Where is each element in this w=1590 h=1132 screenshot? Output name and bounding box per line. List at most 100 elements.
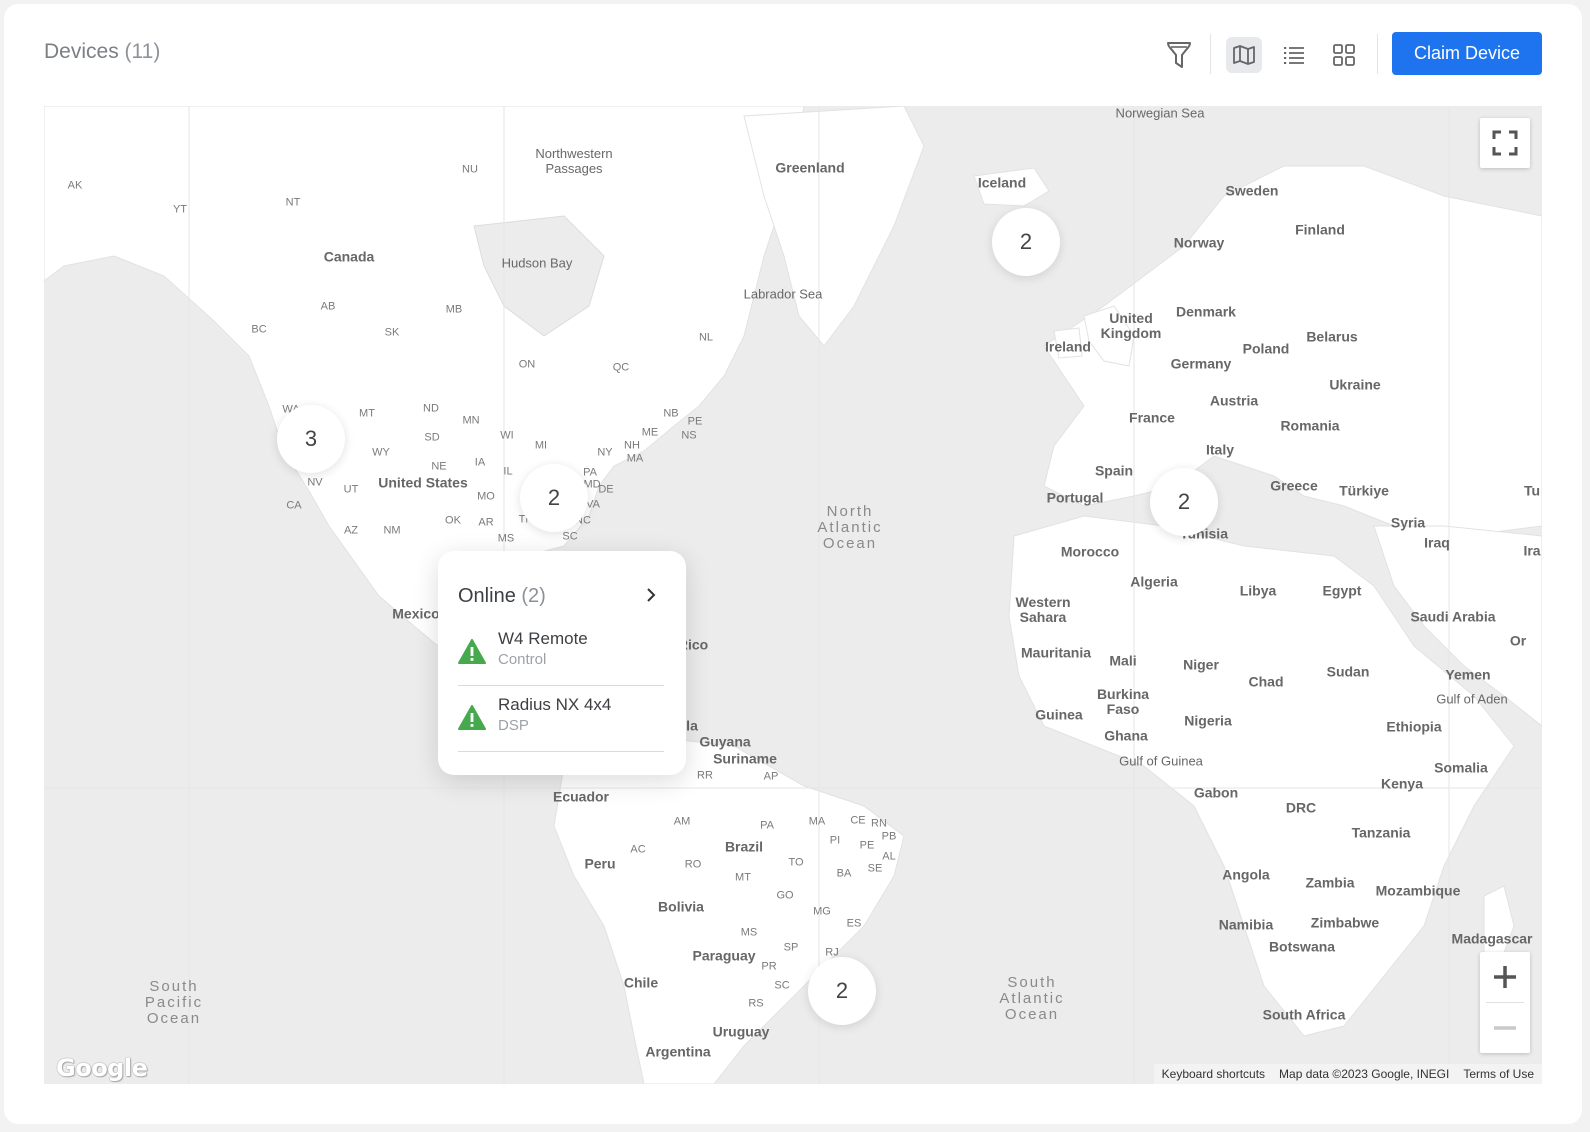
device-map[interactable]: Norwegian Sea Greenland Iceland Sweden Finla…: [44, 106, 1542, 1084]
map-place-label: Mauritania: [1020, 644, 1092, 661]
map-place-label: Finland: [1295, 221, 1345, 238]
map-place-label: Greenland: [775, 159, 845, 176]
map-place-label: Angola: [1222, 866, 1270, 883]
fullscreen-icon: [1492, 130, 1518, 156]
map-place-label: Ghana: [1104, 727, 1148, 744]
map-attribution: Keyboard shortcuts Map data ©2023 Google…: [1153, 1064, 1542, 1084]
map-place-label: Norway: [1173, 234, 1225, 251]
map-place-label: MS: [740, 926, 758, 939]
grid-view-button[interactable]: [1326, 37, 1362, 73]
map-place-label: MS: [497, 532, 515, 545]
map-place-label: Germany: [1170, 355, 1232, 372]
map-place-label: Libya: [1239, 582, 1277, 599]
map-place-label: Tanzania: [1351, 824, 1411, 841]
map-place-label: Morocco: [1060, 543, 1120, 560]
map-place-label: Iraq: [1424, 534, 1450, 551]
list-icon: [1284, 47, 1304, 64]
map-place-label: BC: [251, 323, 267, 336]
map-place-label: MG: [813, 905, 831, 918]
filter-icon: [1167, 42, 1191, 68]
map-place-label: Guyana: [699, 733, 751, 750]
list-view-button[interactable]: [1276, 37, 1312, 73]
map-place-label: GO: [776, 889, 794, 902]
map-place-label: MT: [735, 871, 751, 884]
map-icon: [1233, 45, 1255, 65]
zoom-in-button[interactable]: [1480, 952, 1530, 1002]
map-place-label: MA: [626, 452, 644, 465]
map-ocean-label: South Atlantic Ocean: [999, 974, 1065, 1023]
device-cluster-marker[interactable]: 2: [1150, 468, 1218, 536]
map-place-label: Zimbabwe: [1310, 914, 1380, 931]
map-place-label: Yemen: [1445, 666, 1491, 683]
map-place-label: Mexico: [392, 605, 440, 622]
map-place-label: PB: [881, 830, 897, 843]
map-place-label: AK: [67, 179, 83, 192]
map-place-label: MO: [477, 490, 495, 503]
device-row[interactable]: W4 Remote Control: [458, 621, 664, 686]
map-place-label: SE: [867, 862, 883, 875]
map-place-label: ND: [423, 402, 439, 415]
filter-button[interactable]: [1161, 37, 1197, 73]
map-place-label: France: [1129, 409, 1175, 426]
map-place-label: AC: [630, 843, 646, 856]
map-place-label: Chad: [1248, 673, 1284, 690]
cluster-popup: Online (2) W4 Remote Control Radius NX 4…: [438, 551, 686, 775]
toolbar-separator: [1377, 34, 1378, 74]
fullscreen-button[interactable]: [1480, 118, 1530, 168]
map-place-label: PE: [859, 839, 875, 852]
warning-icon: [458, 705, 486, 730]
device-row[interactable]: Radius NX 4x4 DSP: [458, 687, 664, 752]
map-place-label: AM: [673, 815, 691, 828]
map-place-label: Namibia: [1218, 916, 1274, 933]
map-place-label: NY: [597, 446, 613, 459]
device-cluster-marker[interactable]: 2: [520, 464, 588, 532]
map-place-label: Ethiopia: [1386, 718, 1442, 735]
claim-device-button[interactable]: Claim Device: [1392, 32, 1542, 75]
map-place-label: PR: [761, 960, 777, 973]
keyboard-shortcuts-link[interactable]: Keyboard shortcuts: [1162, 1067, 1265, 1081]
map-place-label: Italy: [1205, 441, 1235, 458]
map-place-label: MN: [462, 414, 480, 427]
map-place-label: Mali: [1109, 652, 1137, 669]
map-place-label: RS: [748, 997, 764, 1010]
map-place-label: Zambia: [1305, 874, 1355, 891]
map-place-label: RR: [697, 769, 713, 782]
map-place-label: Denmark: [1176, 303, 1236, 320]
map-place-label: DE: [598, 483, 614, 496]
map-place-label: ON: [518, 358, 536, 371]
map-place-label: AZ: [343, 524, 359, 537]
map-place-label: Labrador Sea: [743, 286, 823, 302]
map-place-label: Bolivia: [658, 898, 704, 915]
terms-of-use-link[interactable]: Terms of Use: [1463, 1067, 1534, 1081]
map-place-label: Botswana: [1268, 938, 1336, 955]
map-place-label: Nigeria: [1184, 712, 1232, 729]
popup-open-button[interactable]: [644, 585, 658, 610]
plus-icon: [1494, 966, 1516, 988]
device-cluster-marker[interactable]: 2: [992, 208, 1060, 276]
map-place-label: Chile: [623, 974, 659, 991]
map-place-label: Poland: [1242, 340, 1290, 357]
map-place-label: NL: [698, 331, 714, 344]
map-place-label: Hudson Bay: [501, 255, 573, 271]
device-cluster-marker[interactable]: 3: [277, 405, 345, 473]
map-place-label: Canada: [323, 248, 375, 265]
map-land-layer: [44, 106, 1542, 1084]
device-type: Control: [498, 651, 547, 668]
device-cluster-marker[interactable]: 2: [808, 957, 876, 1025]
map-place-label: PI: [829, 834, 841, 847]
map-place-label: Syria: [1390, 514, 1426, 531]
map-place-label: NE: [431, 460, 447, 473]
map-place-label: Western Sahara: [1015, 594, 1071, 625]
page-title-text: Devices: [44, 40, 119, 63]
map-place-label: AR: [478, 516, 494, 529]
map-place-label: Uruguay: [712, 1023, 770, 1040]
map-place-label: VA: [586, 498, 600, 511]
map-place-label: WI: [500, 429, 514, 442]
map-view-button[interactable]: [1226, 37, 1262, 73]
map-place-label: AB: [320, 300, 336, 313]
zoom-out-button[interactable]: [1480, 1003, 1530, 1053]
map-place-label: Niger: [1183, 656, 1219, 673]
minus-icon: [1494, 1026, 1516, 1030]
map-place-label: IL: [503, 465, 513, 478]
popup-title[interactable]: Online (2): [458, 585, 546, 608]
